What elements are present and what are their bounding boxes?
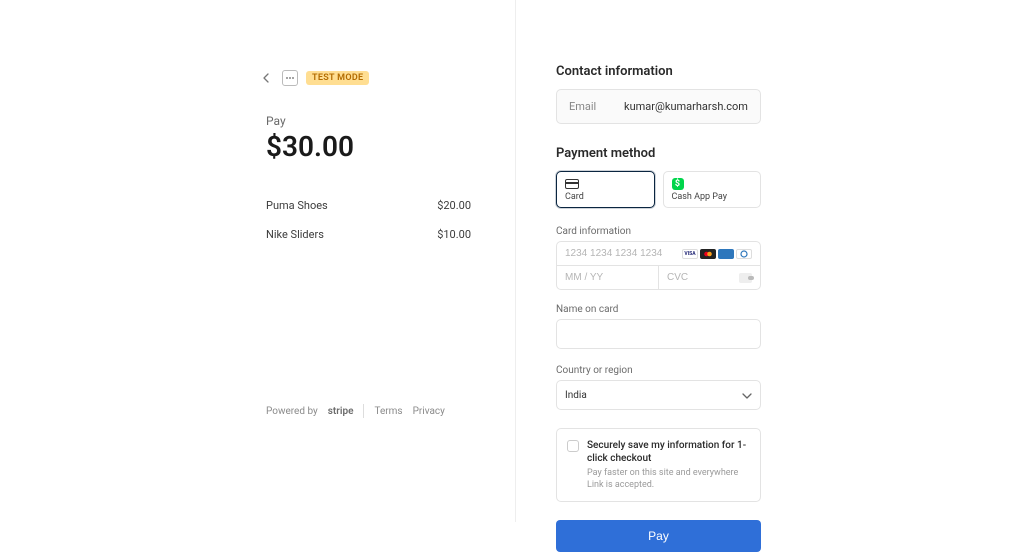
payment-option-card[interactable]: Card — [556, 171, 655, 208]
pay-label: Pay — [266, 114, 467, 128]
country-value: India — [565, 390, 587, 401]
back-arrow-icon[interactable] — [260, 71, 274, 85]
line-item: Puma Shoes $20.00 — [266, 191, 471, 220]
mastercard-icon — [700, 249, 716, 259]
country-select[interactable]: India — [556, 380, 761, 410]
card-info-label: Card information — [556, 226, 976, 237]
name-on-card-wrapper — [556, 319, 761, 349]
terms-link[interactable]: Terms — [374, 406, 402, 417]
item-name: Puma Shoes — [266, 199, 328, 212]
save-info-title: Securely save my information for 1-click… — [587, 439, 750, 465]
separator — [363, 404, 364, 418]
email-display[interactable]: Email kumar@kumarharsh.com — [556, 89, 761, 124]
save-info-box: Securely save my information for 1-click… — [556, 428, 761, 502]
footer: Powered by stripe Terms Privacy — [266, 404, 445, 418]
header-row: TEST MODE — [260, 70, 467, 86]
powered-by-label: Powered by — [266, 406, 318, 417]
visa-icon: VISA — [682, 249, 698, 259]
save-info-checkbox[interactable] — [567, 440, 579, 452]
email-value: kumar@kumarharsh.com — [624, 100, 748, 113]
card-number-row: VISA — [556, 241, 761, 266]
payment-heading: Payment method — [556, 146, 976, 161]
expiry-input[interactable] — [565, 272, 650, 283]
test-mode-badge: TEST MODE — [306, 71, 369, 85]
payment-option-card-label: Card — [565, 192, 646, 202]
payment-option-cashapp[interactable]: $ Cash App Pay — [663, 171, 762, 208]
save-info-subtitle: Pay faster on this site and everywhere L… — [587, 468, 750, 491]
diners-icon — [736, 249, 752, 259]
checkout-form: Contact information Email kumar@kumarhar… — [516, 0, 1024, 522]
name-on-card-input[interactable] — [565, 330, 752, 341]
pay-button[interactable]: Pay — [556, 520, 761, 552]
merchant-icon — [282, 70, 298, 86]
name-label: Name on card — [556, 304, 976, 315]
cvc-icon — [739, 273, 752, 283]
total-amount: $30.00 — [266, 130, 467, 163]
privacy-link[interactable]: Privacy — [413, 406, 445, 417]
item-price: $20.00 — [437, 199, 471, 212]
item-price: $10.00 — [437, 228, 471, 241]
card-number-input[interactable] — [565, 248, 682, 259]
card-input-group: VISA — [556, 241, 761, 290]
payment-method-selector: Card $ Cash App Pay — [556, 171, 761, 208]
amex-icon — [718, 249, 734, 259]
item-name: Nike Sliders — [266, 228, 324, 241]
payment-option-cashapp-label: Cash App Pay — [672, 192, 753, 202]
summary-panel: TEST MODE Pay $30.00 Puma Shoes $20.00 N… — [0, 0, 516, 522]
card-icon — [565, 178, 646, 190]
cvc-input[interactable] — [667, 272, 739, 283]
line-item: Nike Sliders $10.00 — [266, 220, 471, 249]
cashapp-icon: $ — [672, 178, 684, 190]
contact-heading: Contact information — [556, 64, 976, 79]
card-brand-icons: VISA — [682, 249, 752, 259]
card-exp-cvc-row — [556, 266, 761, 290]
line-items: Puma Shoes $20.00 Nike Sliders $10.00 — [266, 191, 471, 249]
country-label: Country or region — [556, 365, 976, 376]
stripe-logo: stripe — [328, 406, 354, 417]
chevron-down-icon — [742, 388, 752, 402]
email-label: Email — [569, 100, 624, 113]
